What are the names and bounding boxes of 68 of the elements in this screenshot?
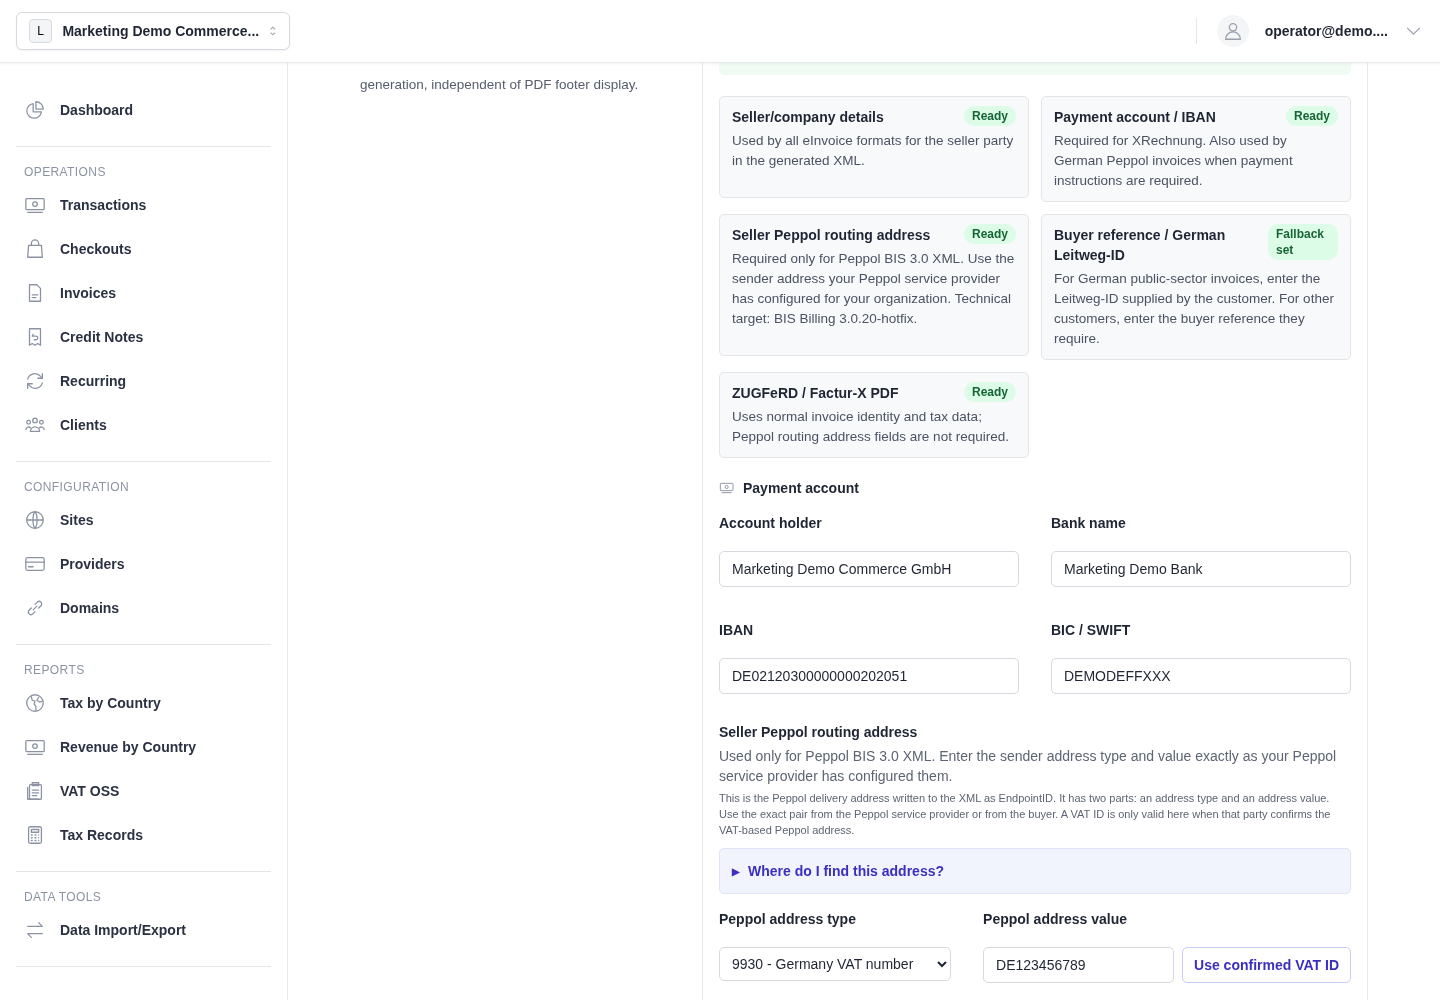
nav-item[interactable]: Transactions xyxy=(16,183,271,227)
card-title: Buyer reference / German Leitweg-ID xyxy=(1054,226,1227,265)
disclosure-toggle[interactable]: ▶ Where do I find this address? xyxy=(719,848,1351,894)
field-label: Peppol address type xyxy=(719,910,857,928)
section-heading: CONFIGURATION xyxy=(23,479,130,496)
section-heading: REPORTS xyxy=(23,662,86,679)
help-text: This is the Peppol delivery address written to the XML as EndpointID. It has two parts: an address type and an address value. Use the exact pair from the Peppol service provider or from the buyer. A VAT ID is only valid here when that party confirms the VAT-based Peppol address. xyxy=(719,791,1332,838)
text-field[interactable]: Marketing Demo Bank xyxy=(1051,551,1351,587)
workspace-avatar: L xyxy=(29,19,53,43)
pie-chart-icon xyxy=(24,99,46,121)
section-heading: OPERATIONS xyxy=(23,164,107,181)
workspace-name: Marketing Demo Commerce... xyxy=(62,23,260,39)
globe-icon xyxy=(24,692,46,714)
shopping-bag-icon xyxy=(24,238,46,260)
nav-item[interactable]: Recurring xyxy=(16,359,271,403)
nav-item[interactable]: VAT OSS xyxy=(16,769,271,813)
card-title: Seller Peppol routing address xyxy=(732,226,931,245)
nav-item[interactable]: Tax by Country xyxy=(16,681,271,725)
card-title: Seller/company details xyxy=(732,108,884,127)
section-description: Used only for Peppol BIS 3.0 XML. Enter the sender address type and value exactly as your Peppol service provider has configured them. xyxy=(719,747,1338,786)
field-label: BIC / SWIFT xyxy=(1051,621,1132,639)
nav-item[interactable]: Data Import/Export xyxy=(16,908,271,952)
nav-item[interactable]: Domains xyxy=(16,586,271,630)
chevron-down-icon[interactable] xyxy=(1406,26,1421,36)
field-label: Bank name xyxy=(1051,514,1127,532)
text-field[interactable]: DEMODEFFXXX xyxy=(1051,658,1351,694)
user-menu[interactable]: operator@demo.... xyxy=(1264,23,1388,39)
card-text: Used by all eInvoice formats for the seller party in the generated XML. xyxy=(732,132,1015,170)
section-title: Seller Peppol routing address xyxy=(719,724,919,740)
text-field[interactable]: DE02120300000000202051 xyxy=(719,658,1019,694)
nav-item[interactable]: Providers xyxy=(16,542,271,586)
workspace-switcher[interactable]: L Marketing Demo Commerce... xyxy=(16,12,290,50)
section-title: Payment account xyxy=(743,480,859,496)
nav-item[interactable]: Credit Notes xyxy=(16,315,271,359)
address-type-select[interactable]: 9930 - Germany VAT number xyxy=(719,947,952,981)
nav-item[interactable]: Checkouts xyxy=(16,227,271,271)
field-label: Account holder xyxy=(719,514,823,532)
section-heading: DATA TOOLS xyxy=(23,889,103,906)
field-label: IBAN xyxy=(719,621,755,639)
nav-item[interactable]: Revenue by Country xyxy=(16,725,271,769)
refresh-icon xyxy=(24,370,46,392)
sort-caret-icon xyxy=(269,25,277,37)
status-badge: Ready xyxy=(963,224,1016,244)
card-title: ZUGFeRD / Factur-X PDF xyxy=(732,384,899,403)
disclosure-triangle-icon: ▶ xyxy=(732,865,740,877)
nav-item[interactable]: Dashboard xyxy=(16,88,271,132)
nav-item[interactable]: Tax Records xyxy=(16,813,271,857)
banknote-icon xyxy=(719,481,735,495)
card-text: Required only for Peppol BIS 3.0 XML. Use the sender address your Peppol service provider has configured for your organization. Technical target: BIS Billing 3.0.20-hotfix. xyxy=(732,250,1016,328)
nav-item[interactable]: Clients xyxy=(16,403,271,447)
section-description: generation, independent of PDF footer display. xyxy=(360,76,640,94)
nav-item[interactable]: Invoices xyxy=(16,271,271,315)
status-badge: Fallback set xyxy=(1268,224,1338,260)
user-avatar-icon[interactable] xyxy=(1216,15,1249,47)
text-field[interactable]: Marketing Demo Commerce GmbH xyxy=(719,551,1019,587)
field-label: Peppol address value xyxy=(983,910,1128,928)
card-text: Uses normal invoice identity and tax data; Peppol routing address fields are not required. xyxy=(732,408,1010,446)
use-vat-button[interactable]: Use confirmed VAT ID xyxy=(1182,947,1351,983)
card-text: Required for XRechnung. Also used by German Peppol invoices when payment instructions are required. xyxy=(1054,132,1294,190)
status-badge: Ready xyxy=(963,106,1016,126)
status-badge: Ready xyxy=(1285,106,1338,126)
globe-icon xyxy=(24,509,46,531)
swap-arrows-icon xyxy=(24,919,46,941)
status-badge: Ready xyxy=(963,382,1016,402)
nav-item[interactable]: Sites xyxy=(16,498,271,542)
card-text: For German public-sector invoices, enter the Leitweg-ID supplied by the customer. For other customers, enter the buyer reference they require. xyxy=(1054,270,1335,348)
text-field[interactable]: DE123456789 xyxy=(983,947,1175,983)
card-title: Payment account / IBAN xyxy=(1054,108,1216,127)
